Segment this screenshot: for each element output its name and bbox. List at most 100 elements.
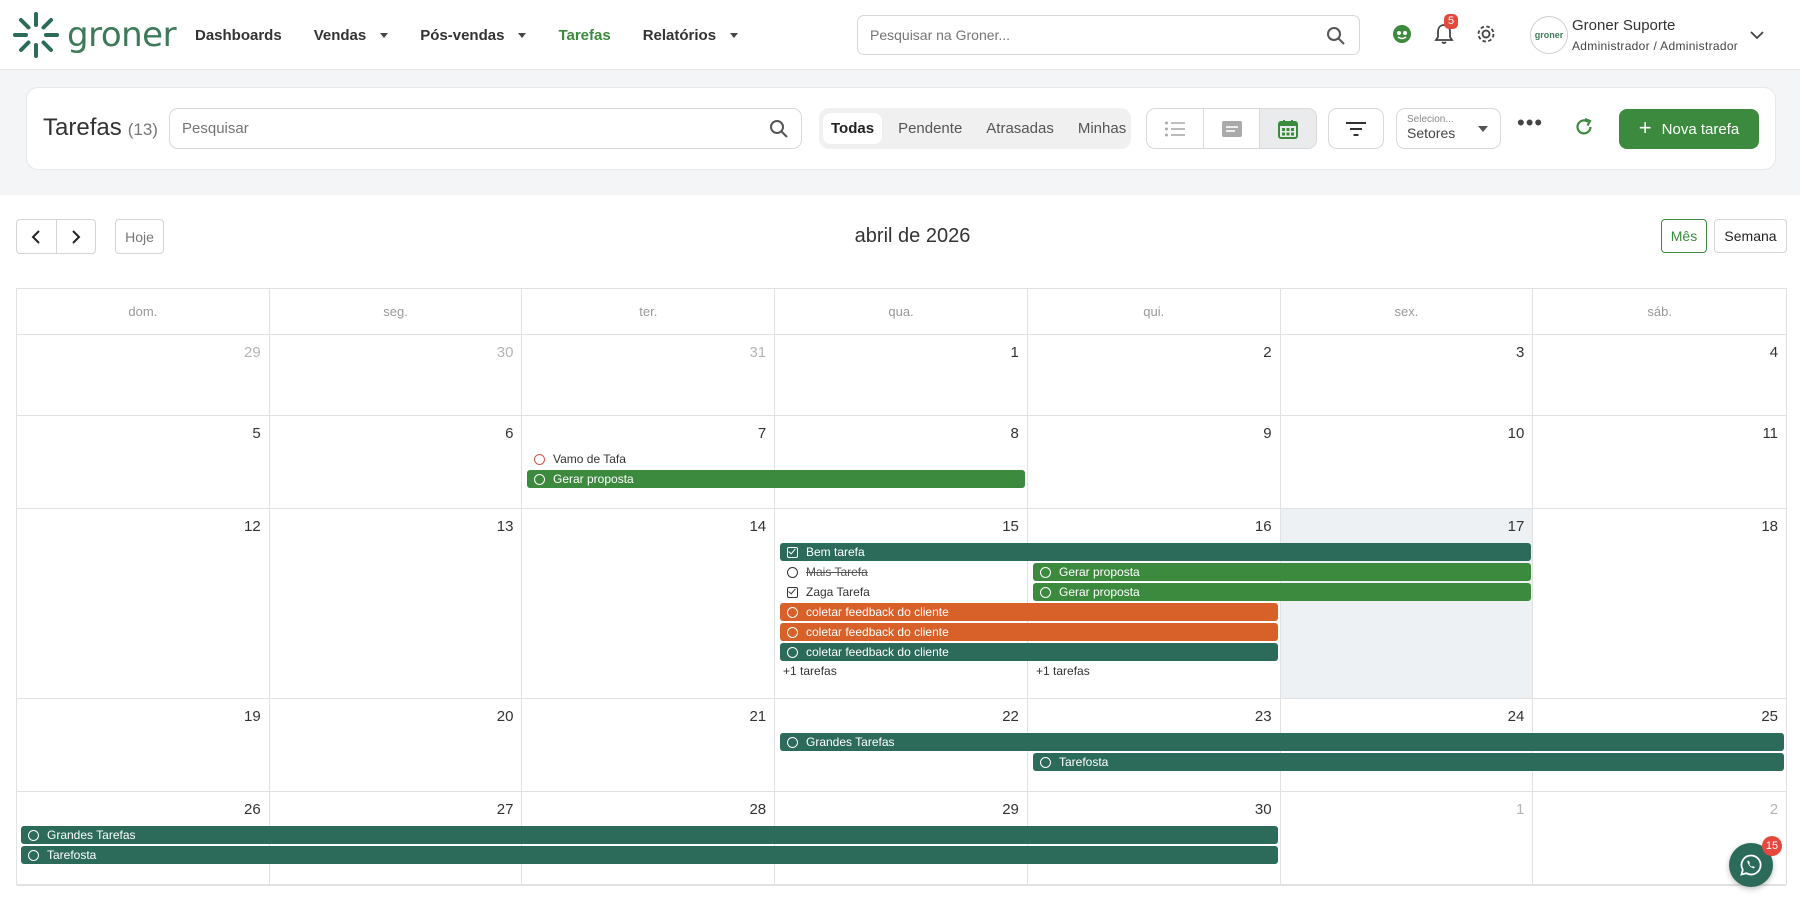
day-cell[interactable]: 4	[1533, 335, 1786, 415]
nav-vendas[interactable]: Vendas	[314, 27, 389, 44]
day-number[interactable]: 27	[497, 801, 514, 818]
calendar-event[interactable]: Grandes Tarefas	[780, 733, 1784, 751]
global-search[interactable]	[857, 15, 1360, 55]
day-number[interactable]: 11	[1762, 425, 1778, 442]
calendar-event[interactable]: Grandes Tarefas	[21, 826, 1278, 844]
day-number[interactable]: 26	[244, 801, 261, 818]
nav-p-s-vendas[interactable]: Pós-vendas	[420, 27, 527, 44]
day-number[interactable]: 28	[749, 801, 766, 818]
calendar-event[interactable]: Gerar proposta	[527, 470, 1025, 488]
day-cell[interactable]: 3	[1281, 335, 1534, 415]
day-cell[interactable]: 10	[1281, 416, 1534, 508]
day-number[interactable]: 19	[244, 708, 261, 725]
day-cell[interactable]: 19	[17, 699, 270, 791]
day-number[interactable]: 2	[1263, 344, 1271, 361]
day-number[interactable]: 24	[1508, 708, 1525, 725]
day-cell[interactable]: 8	[775, 416, 1028, 508]
day-number[interactable]: 14	[749, 518, 766, 535]
task-search-input[interactable]	[182, 120, 742, 137]
day-number[interactable]: 16	[1255, 518, 1272, 535]
calendar-event[interactable]: coletar feedback do cliente	[780, 623, 1278, 641]
day-cell[interactable]: 29	[17, 335, 270, 415]
calendar-event[interactable]: Zaga Tarefa	[780, 583, 1025, 601]
calendar-event[interactable]: Mais Tarefa	[780, 563, 1025, 581]
calendar-event[interactable]: coletar feedback do cliente	[780, 603, 1278, 621]
filter-tab-pendente[interactable]: Pendente	[890, 113, 970, 144]
filter-tab-minhas[interactable]: Minhas	[1070, 113, 1134, 144]
day-number[interactable]: 22	[1002, 708, 1019, 725]
day-number[interactable]: 1	[1011, 344, 1019, 361]
day-cell[interactable]: 11	[1533, 416, 1786, 508]
chevron-down-icon[interactable]	[1750, 27, 1764, 45]
nav-dashboards[interactable]: Dashboards	[195, 27, 282, 44]
more-tasks-link[interactable]: +1 tarefas	[1036, 664, 1090, 678]
groner-logo[interactable]: groner	[11, 10, 177, 60]
global-search-input[interactable]	[870, 27, 1310, 43]
calendar-event[interactable]: Tarefosta	[1033, 753, 1784, 771]
day-number[interactable]: 31	[749, 344, 766, 361]
day-number[interactable]: 4	[1770, 344, 1778, 361]
day-number[interactable]: 3	[1516, 344, 1524, 361]
filter-tab-atrasadas[interactable]: Atrasadas	[978, 113, 1062, 144]
day-number[interactable]: 25	[1761, 708, 1778, 725]
day-number[interactable]: 7	[758, 425, 766, 442]
calendar-event[interactable]: coletar feedback do cliente	[780, 643, 1278, 661]
day-number[interactable]: 8	[1011, 425, 1019, 442]
day-number[interactable]: 17	[1508, 518, 1525, 535]
search-icon[interactable]	[769, 119, 789, 144]
nav-relat-rios[interactable]: Relatórios	[643, 27, 739, 44]
day-cell[interactable]: 2	[1028, 335, 1281, 415]
day-cell[interactable]: 30	[270, 335, 523, 415]
nav-tarefas[interactable]: Tarefas	[558, 27, 610, 44]
day-number[interactable]: 30	[497, 344, 514, 361]
day-number[interactable]: 30	[1255, 801, 1272, 818]
calendar-event[interactable]: Tarefosta	[21, 846, 1278, 864]
sector-select[interactable]: Selecion... Setores	[1396, 108, 1501, 149]
day-number[interactable]: 23	[1255, 708, 1272, 725]
day-cell[interactable]: 18	[1533, 509, 1786, 698]
day-number[interactable]: 29	[1002, 801, 1019, 818]
day-cell[interactable]: 14	[522, 509, 776, 698]
day-number[interactable]: 6	[505, 425, 513, 442]
user-menu[interactable]: groner Groner Suporte Administrador / Ad…	[1530, 15, 1764, 55]
day-number[interactable]: 12	[244, 518, 261, 535]
day-number[interactable]: 1	[1516, 801, 1524, 818]
filter-tab-todas[interactable]: Todas	[823, 113, 883, 144]
day-number[interactable]: 20	[497, 708, 514, 725]
more-tasks-link[interactable]: +1 tarefas	[783, 664, 837, 678]
day-cell[interactable]: 13	[270, 509, 523, 698]
day-number[interactable]: 10	[1508, 425, 1525, 442]
card-view-button[interactable]	[1204, 109, 1261, 148]
calendar-event[interactable]: Vamo de Tafa	[527, 450, 772, 468]
list-view-button[interactable]	[1147, 109, 1204, 148]
day-cell[interactable]: 9	[1028, 416, 1281, 508]
day-number[interactable]: 5	[252, 425, 260, 442]
day-cell[interactable]: 5	[17, 416, 270, 508]
calendar-event[interactable]: Gerar proposta	[1033, 563, 1531, 581]
day-number[interactable]: 15	[1002, 518, 1019, 535]
filter-button[interactable]	[1328, 108, 1384, 149]
day-number[interactable]: 9	[1263, 425, 1271, 442]
refresh-icon[interactable]	[1574, 117, 1594, 142]
day-cell[interactable]: 31	[522, 335, 776, 415]
day-cell[interactable]: 1	[775, 335, 1028, 415]
day-cell[interactable]: 21	[522, 699, 776, 791]
search-icon[interactable]	[1326, 26, 1346, 51]
week-view-button[interactable]: Semana	[1714, 219, 1787, 253]
day-number[interactable]: 29	[244, 344, 261, 361]
day-number[interactable]: 2	[1770, 801, 1778, 818]
assistant-icon[interactable]	[1390, 22, 1414, 46]
day-number[interactable]: 18	[1761, 518, 1778, 535]
day-cell[interactable]: 12	[17, 509, 270, 698]
day-cell[interactable]: 20	[270, 699, 523, 791]
month-view-button[interactable]: Mês	[1661, 219, 1707, 253]
task-search[interactable]	[169, 108, 802, 149]
more-options-icon[interactable]: •••	[1517, 112, 1543, 134]
day-cell[interactable]: 6	[270, 416, 523, 508]
calendar-event[interactable]: Bem tarefa	[780, 543, 1531, 561]
day-cell[interactable]: 1	[1281, 792, 1534, 885]
calendar-event[interactable]: Gerar proposta	[1033, 583, 1531, 601]
day-cell[interactable]: 17	[1280, 509, 1534, 698]
calendar-view-button[interactable]	[1260, 109, 1316, 148]
day-number[interactable]: 13	[497, 518, 514, 535]
